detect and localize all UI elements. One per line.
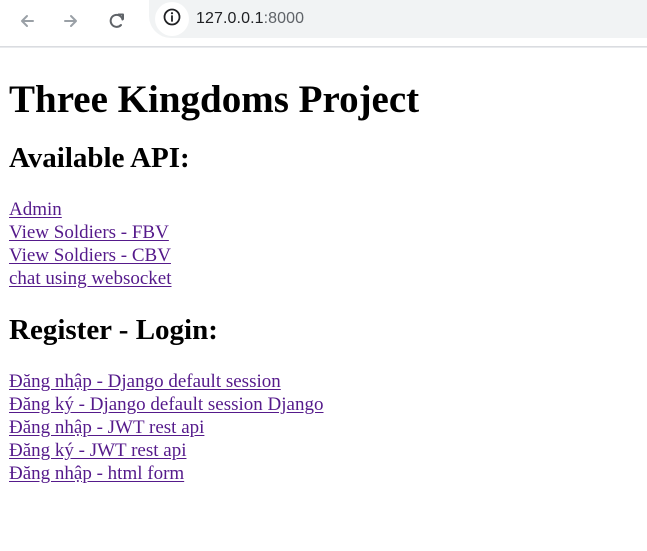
- page-title: Three Kingdoms Project: [9, 78, 420, 121]
- url-host: 127.0.0.1: [196, 10, 264, 27]
- arrow-left-icon: [17, 11, 37, 36]
- view-soldiers-fbv-link[interactable]: View Soldiers - FBV: [9, 221, 169, 244]
- login-html-form-link[interactable]: Đăng nhập - html form: [9, 462, 184, 485]
- register-django-session-link[interactable]: Đăng ký - Django default session Django: [9, 393, 324, 416]
- page-content: Three Kingdoms Project Available API: Ad…: [0, 78, 647, 485]
- login-jwt-link[interactable]: Đăng nhập - JWT rest api: [9, 416, 204, 439]
- site-info-button[interactable]: [155, 2, 189, 36]
- forward-button[interactable]: [56, 8, 86, 38]
- login-django-session-link[interactable]: Đăng nhập - Django default session: [9, 370, 281, 393]
- url-port: :8000: [263, 10, 305, 27]
- api-link-list: Admin View Soldiers - FBV View Soldiers …: [9, 198, 647, 290]
- available-api-heading: Available API:: [9, 142, 190, 174]
- browser-toolbar: 127.0.0.1:8000: [0, 0, 647, 47]
- register-login-heading: Register - Login:: [9, 314, 218, 346]
- reload-icon: [107, 11, 127, 36]
- chat-websocket-link[interactable]: chat using websocket: [9, 267, 172, 290]
- view-soldiers-cbv-link[interactable]: View Soldiers - CBV: [9, 244, 171, 267]
- url-text[interactable]: 127.0.0.1:8000: [196, 10, 304, 28]
- info-icon: [162, 7, 182, 32]
- address-bar[interactable]: 127.0.0.1:8000: [149, 0, 647, 38]
- arrow-right-icon: [61, 11, 81, 36]
- register-jwt-link[interactable]: Đăng ký - JWT rest api: [9, 439, 186, 462]
- admin-link[interactable]: Admin: [9, 198, 62, 221]
- reload-button[interactable]: [102, 8, 132, 38]
- back-button[interactable]: [12, 8, 42, 38]
- auth-link-list: Đăng nhập - Django default session Đăng …: [9, 370, 647, 485]
